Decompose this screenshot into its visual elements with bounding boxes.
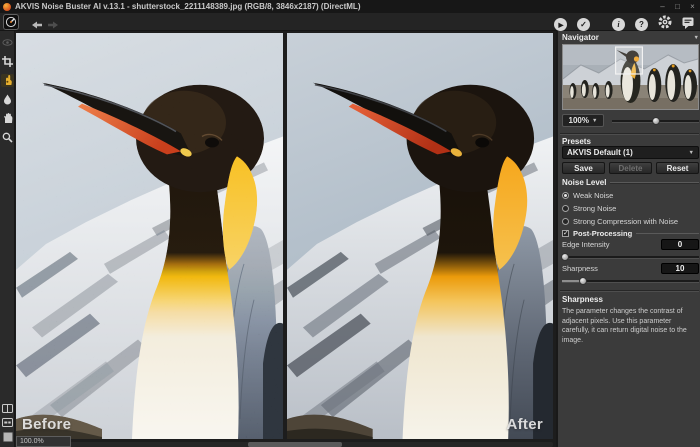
sharpness-slider-handle[interactable]: [579, 277, 587, 285]
split-view-icon[interactable]: [1, 402, 14, 415]
navigator-thumbnail[interactable]: [562, 44, 699, 110]
hand-tool-icon[interactable]: [1, 112, 14, 125]
preset-dropdown[interactable]: AKVIS Default (1) ▼: [562, 146, 699, 159]
zoom-tool-icon[interactable]: [1, 131, 14, 144]
zoom-select-value: 100%: [569, 116, 589, 125]
before-label: Before: [22, 416, 71, 433]
minimize-button[interactable]: –: [655, 0, 670, 13]
preview-area-tool-icon[interactable]: [1, 74, 14, 87]
titlebar: AKVIS Noise Buster AI v.13.1 - shutterst…: [0, 0, 700, 13]
navigator-header: Navigator ▼: [562, 33, 699, 42]
edge-intensity-value[interactable]: 0: [661, 239, 699, 250]
before-image-panel[interactable]: Before: [16, 33, 283, 439]
maximize-button[interactable]: □: [670, 0, 685, 13]
quick-preview-eye-icon[interactable]: [1, 36, 14, 49]
info-icon[interactable]: i: [612, 18, 625, 31]
noise-level-header: Noise Level: [562, 178, 699, 187]
navigator-zoom-row: 100% ▼: [562, 114, 699, 127]
navigator-title: Navigator: [562, 33, 599, 42]
window-controls: – □ ×: [655, 0, 700, 13]
edge-intensity-slider-handle[interactable]: [561, 253, 569, 261]
preset-dropdown-caret-icon: ▼: [689, 150, 694, 156]
help-icon[interactable]: ?: [635, 18, 648, 31]
navigator-zoom-slider[interactable]: [612, 116, 699, 125]
checkbox-icon[interactable]: ✓: [562, 230, 569, 237]
close-button[interactable]: ×: [685, 0, 700, 13]
noise-level-title: Noise Level: [562, 178, 606, 187]
radio-label: Strong Noise: [573, 204, 616, 213]
radio-icon[interactable]: [562, 205, 569, 212]
preset-buttons: Save Delete Reset: [562, 162, 699, 174]
settings-panel: Navigator ▼: [556, 31, 700, 447]
preset-dropdown-value: AKVIS Default (1): [567, 148, 633, 157]
post-processing-label: Post-Processing: [573, 229, 632, 238]
zoom-status: 100.0%: [16, 436, 71, 447]
after-image-panel[interactable]: After: [287, 33, 553, 439]
zoom-select[interactable]: 100% ▼: [562, 114, 604, 127]
toolbar: ▶ ✓ i ?: [0, 13, 700, 31]
hint-title: Sharpness: [562, 295, 699, 304]
image-viewer: Before After 100.0%: [15, 31, 556, 447]
horizontal-scrollbar[interactable]: [16, 442, 553, 447]
app-logo-icon: [3, 3, 11, 11]
edge-intensity-slider[interactable]: [562, 252, 699, 261]
sharpness-row: Sharpness 10: [562, 263, 699, 274]
radio-label: Strong Compression with Noise: [573, 217, 678, 226]
after-label: After: [506, 416, 543, 433]
reset-preset-button[interactable]: Reset: [656, 162, 699, 174]
apply-result-icon[interactable]: ✓: [577, 18, 590, 31]
crop-tool-icon[interactable]: [1, 55, 14, 68]
tool-sidebar: [0, 31, 15, 447]
separator: [560, 133, 699, 135]
navigator-zoom-slider-handle[interactable]: [652, 117, 660, 125]
horizontal-scrollbar-thumb[interactable]: [248, 442, 342, 447]
radio-strong-compression[interactable]: Strong Compression with Noise: [562, 216, 699, 226]
radio-strong-noise[interactable]: Strong Noise: [562, 203, 699, 213]
sharpness-label: Sharpness: [562, 264, 598, 273]
delete-preset-button[interactable]: Delete: [609, 162, 652, 174]
hint-text: The parameter changes the contrast of ad…: [562, 307, 699, 346]
presets-title: Presets: [562, 137, 591, 146]
navigator-collapse-icon[interactable]: ▼: [694, 35, 699, 41]
edge-intensity-row: Edge Intensity 0: [562, 239, 699, 250]
presets-header: Presets: [562, 137, 699, 146]
separator: [560, 290, 699, 292]
post-processing-toggle[interactable]: ✓ Post-Processing: [562, 228, 699, 238]
radio-weak-noise[interactable]: Weak Noise: [562, 190, 699, 200]
background-color-swatch[interactable]: [1, 430, 14, 443]
sharpness-value[interactable]: 10: [661, 263, 699, 274]
zoom-select-caret-icon: ▼: [592, 118, 597, 124]
blur-tool-icon[interactable]: [1, 93, 14, 106]
window-title: AKVIS Noise Buster AI v.13.1 - shutterst…: [15, 2, 360, 11]
program-gauge-icon: [3, 14, 19, 30]
edge-intensity-label: Edge Intensity: [562, 240, 610, 249]
sharpness-slider[interactable]: [562, 276, 699, 285]
view-arrangement-icon[interactable]: [1, 416, 14, 429]
radio-label: Weak Noise: [573, 191, 613, 200]
radio-icon[interactable]: [562, 218, 569, 225]
run-processing-icon[interactable]: ▶: [554, 18, 567, 31]
save-preset-button[interactable]: Save: [562, 162, 605, 174]
app-window: AKVIS Noise Buster AI v.13.1 - shutterst…: [0, 0, 700, 447]
radio-icon[interactable]: [562, 192, 569, 199]
